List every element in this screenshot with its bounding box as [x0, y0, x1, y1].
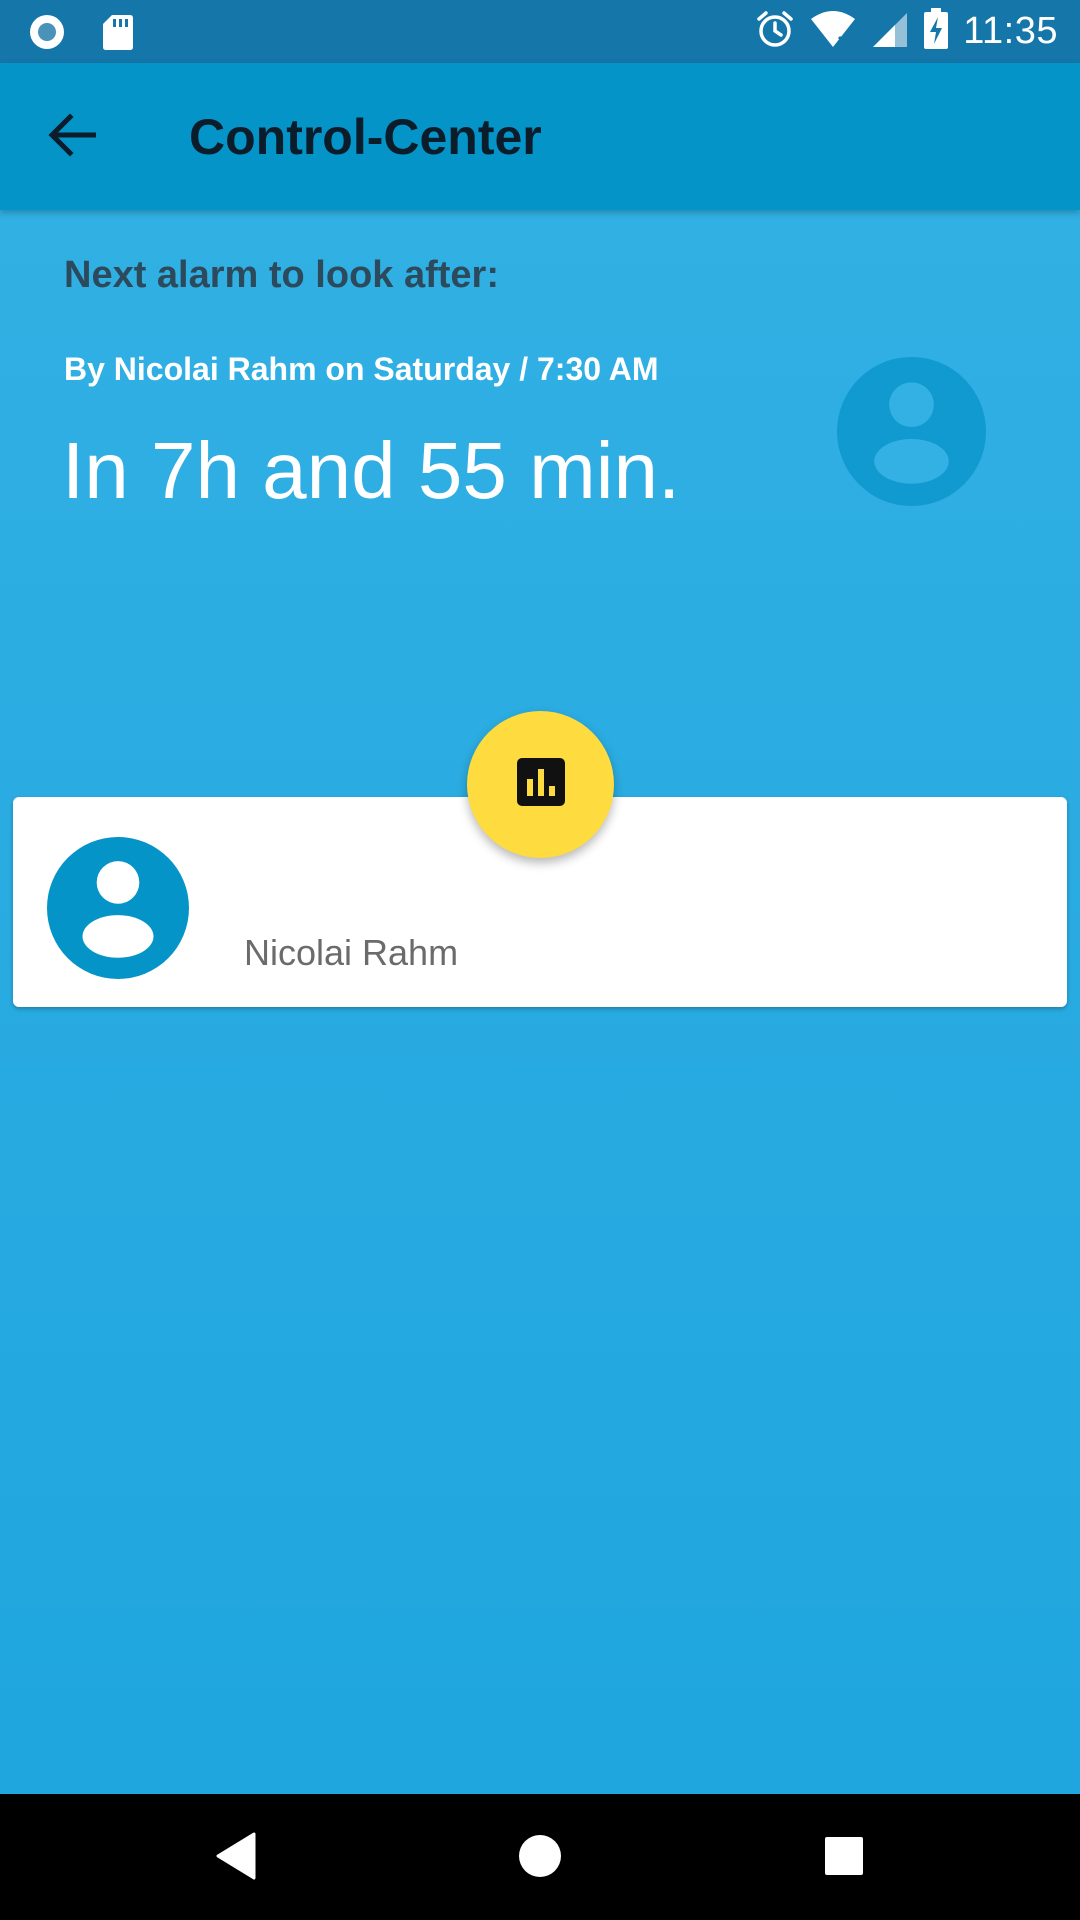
statistics-fab-button[interactable] — [467, 711, 614, 858]
alarm-by-line: By Nicolai Rahm on Saturday / 7:30 AM — [64, 351, 659, 387]
circle-indicator-icon — [28, 13, 66, 56]
nav-home-button[interactable] — [504, 1822, 576, 1894]
status-bar: 11:35 — [0, 0, 1080, 63]
alarm-owner-avatar-icon — [837, 357, 986, 506]
status-time: 11:35 — [963, 10, 1058, 52]
back-triangle-icon — [214, 1832, 258, 1885]
user-name: Nicolai Rahm — [244, 932, 459, 973]
alarm-countdown: In 7h and 55 min. — [62, 426, 681, 515]
signal-icon — [871, 9, 909, 54]
user-avatar-icon — [47, 837, 189, 979]
alarm-icon — [755, 9, 795, 54]
system-nav-bar — [0, 1794, 1080, 1920]
wifi-icon — [809, 9, 857, 54]
home-circle-icon — [518, 1834, 562, 1883]
nav-back-button[interactable] — [200, 1822, 272, 1894]
nav-recents-button[interactable] — [808, 1822, 880, 1894]
page-title: Control-Center — [189, 109, 542, 165]
sd-card-icon — [102, 13, 134, 56]
battery-charging-icon — [923, 8, 949, 55]
recents-square-icon — [824, 1836, 864, 1881]
app-bar: Control-Center — [0, 63, 1080, 210]
arrow-back-icon — [48, 112, 97, 162]
screen: 11:35 Control-Center Next alarm to look … — [0, 0, 1080, 1920]
bar-chart-icon — [516, 757, 566, 812]
next-alarm-heading: Next alarm to look after: — [64, 254, 499, 296]
back-button[interactable] — [42, 107, 102, 167]
